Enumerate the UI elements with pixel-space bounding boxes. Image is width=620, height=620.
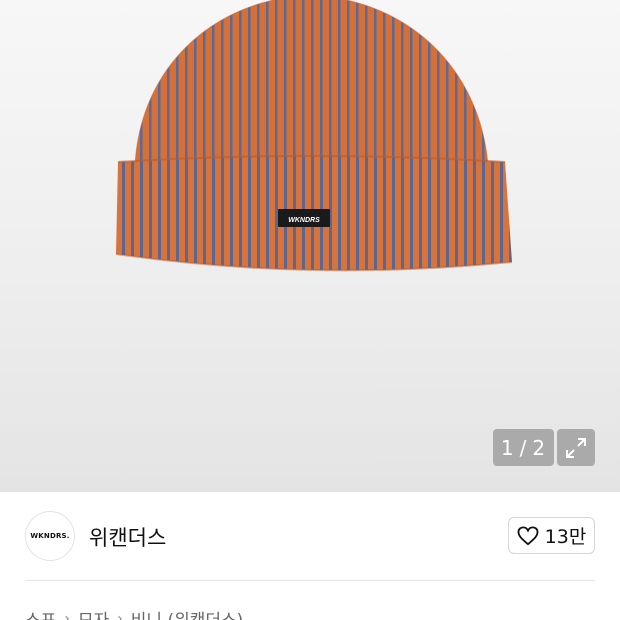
divider (25, 580, 595, 581)
like-count: 13만 (544, 526, 587, 548)
chevron-right-icon: › (64, 610, 70, 620)
brand-name[interactable]: 위캔더스 (89, 522, 166, 552)
brand-logo[interactable]: WKNDRS. (25, 511, 75, 561)
breadcrumb-item-sports[interactable]: 스포 (25, 606, 56, 620)
breadcrumb-item-beanie[interactable]: 비니 (위캔더스) (131, 606, 244, 620)
image-counter-total: 2 (532, 435, 547, 460)
breadcrumb-item-hats[interactable]: 모자 (78, 606, 109, 620)
beanie-label-text: WKNDRS (288, 217, 320, 224)
like-button[interactable]: 13만 (508, 517, 595, 554)
brand-row: WKNDRS. 위캔더스 13만 (0, 492, 620, 580)
image-counter-current: 1 (500, 435, 515, 460)
image-counter: 1 / 2 (493, 429, 554, 466)
expand-image-button[interactable] (557, 429, 595, 466)
brand-logo-text: WKNDRS. (30, 532, 70, 540)
chevron-right-icon: › (117, 610, 123, 620)
heart-icon (517, 525, 539, 545)
product-image: WKNDRS (115, 0, 513, 272)
product-image-gallery[interactable]: WKNDRS 1 / 2 (0, 0, 620, 492)
expand-icon (566, 437, 586, 458)
image-counter-separator: / (519, 435, 528, 460)
breadcrumb: 스포 › 모자 › 비니 (위캔더스) (25, 606, 243, 620)
